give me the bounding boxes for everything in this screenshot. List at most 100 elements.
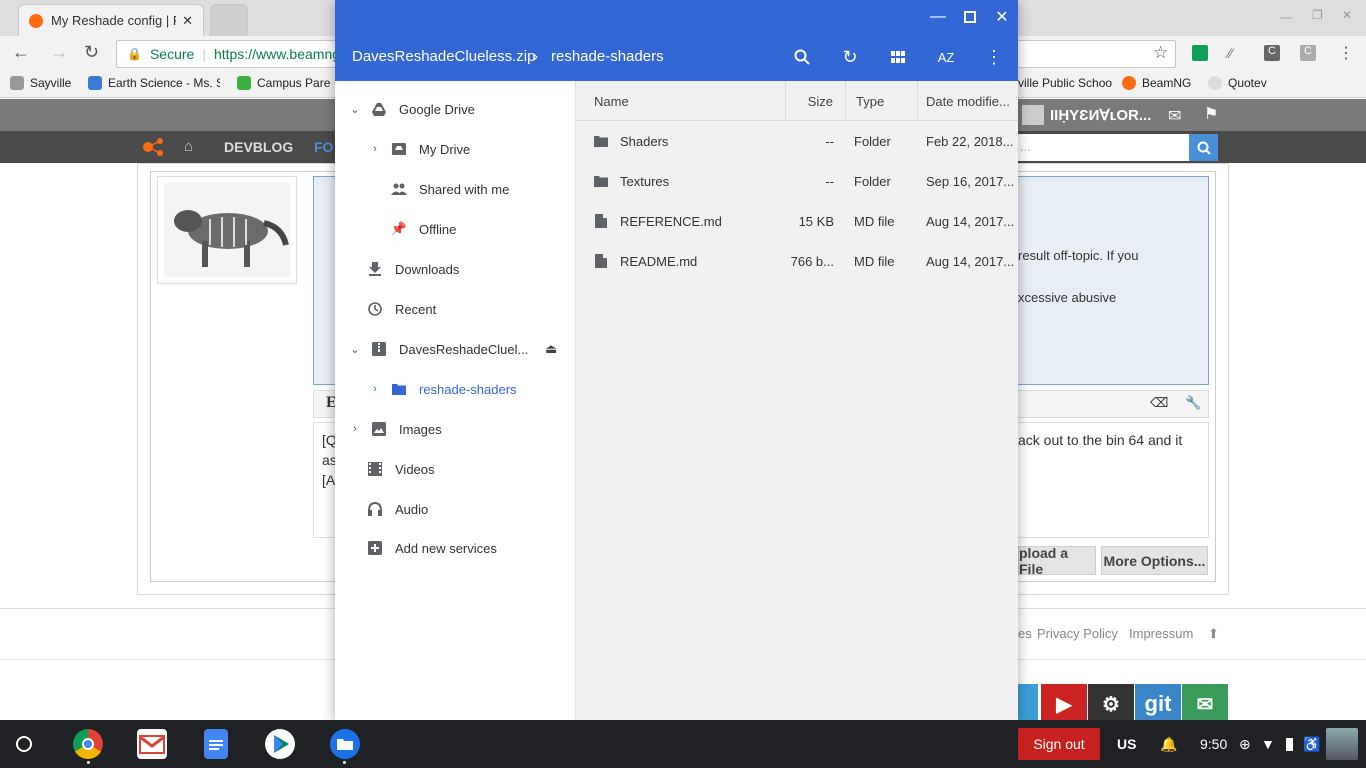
chrome-app-icon[interactable]	[73, 729, 103, 759]
chevron-down-icon[interactable]: ⌄	[347, 103, 363, 116]
site-search-icon[interactable]	[1189, 134, 1218, 161]
forward-icon[interactable]: →	[50, 42, 68, 63]
back-icon[interactable]: ←	[12, 42, 30, 63]
browser-tab-active[interactable]: My Reshade config | Pag ✕	[18, 4, 204, 36]
bookmark-beamng[interactable]: BeamNG	[1122, 76, 1191, 90]
accessibility-icon[interactable]: ♿	[1303, 736, 1320, 753]
file-row[interactable]: Shaders -- Folder Feb 22, 2018...	[576, 121, 1018, 161]
nav-videos[interactable]: Videos	[335, 449, 575, 489]
nav-google-drive[interactable]: ⌄ Google Drive	[335, 89, 575, 129]
column-date[interactable]: Date modifie...	[918, 81, 1018, 121]
nav-audio[interactable]: Audio	[335, 489, 575, 529]
sign-out-button[interactable]: Sign out	[1018, 728, 1100, 760]
extension-icon[interactable]: ⁄⁄	[1228, 45, 1244, 61]
youtube-icon[interactable]: ▶	[1041, 684, 1087, 724]
clock-time[interactable]: 9:50	[1200, 736, 1227, 752]
reload-icon[interactable]: ↻	[84, 42, 99, 63]
file-row[interactable]: REFERENCE.md 15 KB MD file Aug 14, 2017.…	[576, 201, 1018, 241]
nav-forum[interactable]: FO	[314, 139, 333, 155]
grid-view-icon[interactable]	[884, 43, 912, 71]
nav-images[interactable]: › Images	[335, 409, 575, 449]
refresh-icon[interactable]: ↻	[836, 43, 864, 71]
bookmark-sayville[interactable]: Sayville	[10, 76, 71, 90]
bookmark-campus-parent[interactable]: Campus Pare	[237, 76, 330, 90]
chrome-menu-icon[interactable]: ⋮	[1338, 43, 1354, 63]
nav-archive[interactable]: ⌄ DavesReshadeCluel... ⏏	[335, 329, 575, 369]
more-options-button[interactable]: More Options...	[1101, 546, 1208, 575]
window-close-icon[interactable]: ✕	[1342, 8, 1352, 22]
breadcrumb-archive[interactable]: DavesReshadeClueless.zip	[352, 48, 535, 65]
quotev-icon	[1208, 76, 1222, 90]
flag-icon[interactable]: ⚑	[1204, 104, 1218, 124]
shared-icon	[391, 181, 407, 197]
bookmark-public-schools[interactable]: ville Public Schoo	[1018, 76, 1112, 90]
maximize-icon[interactable]	[959, 6, 981, 28]
more-menu-icon[interactable]: ⋮	[980, 43, 1008, 71]
file-type: MD file	[854, 213, 895, 229]
nav-reshade-shaders[interactable]: › reshade-shaders	[335, 369, 575, 409]
minimize-icon[interactable]: —	[927, 6, 949, 28]
username[interactable]: IIḤYƐИ∀ʟOR...	[1050, 106, 1151, 124]
twitter-icon[interactable]	[1018, 684, 1038, 724]
extension-c-icon[interactable]: C	[1264, 45, 1280, 61]
play-store-app-icon[interactable]	[265, 729, 295, 759]
user-account-avatar[interactable]	[1326, 728, 1358, 760]
mail-icon[interactable]: ✉	[1168, 106, 1181, 126]
eraser-icon[interactable]: ⌫	[1150, 395, 1168, 411]
git-icon[interactable]: git	[1135, 684, 1181, 724]
eject-icon[interactable]: ⏏	[545, 341, 557, 357]
column-type[interactable]: Type	[846, 81, 918, 121]
search-icon[interactable]	[788, 43, 816, 71]
chevron-right-icon[interactable]: ›	[367, 143, 383, 155]
email-icon[interactable]: ✉	[1182, 684, 1228, 724]
wrench-icon[interactable]: 🔧	[1185, 395, 1201, 411]
column-size[interactable]: Size	[786, 81, 846, 121]
keyboard-locale[interactable]: US	[1117, 736, 1136, 752]
file-row[interactable]: README.md 766 b... MD file Aug 14, 2017.…	[576, 241, 1018, 281]
docs-app-icon[interactable]	[204, 729, 228, 759]
extension-classroom-icon[interactable]	[1192, 45, 1208, 61]
launcher-icon[interactable]	[16, 736, 32, 752]
nav-add-services[interactable]: Add new services	[335, 528, 575, 568]
new-tab-button[interactable]	[210, 4, 248, 36]
upload-file-button[interactable]: pload a File	[1018, 545, 1096, 577]
chevron-right-icon[interactable]: ›	[367, 383, 383, 395]
column-name[interactable]: Name	[584, 81, 786, 121]
sync-icon[interactable]: ⊕	[1239, 736, 1251, 753]
nav-my-drive[interactable]: › My Drive	[335, 129, 575, 169]
footer-impressum-link[interactable]: Impressum	[1129, 626, 1193, 641]
notification-bell-icon[interactable]: 🔔	[1160, 736, 1177, 753]
bookmark-earth-science[interactable]: Earth Science - Ms. S	[88, 76, 220, 90]
chevron-down-icon[interactable]: ⌄	[347, 343, 363, 356]
nav-downloads[interactable]: Downloads	[335, 249, 575, 289]
window-minimize-icon[interactable]: —	[1280, 10, 1292, 24]
site-search-input[interactable]: ...	[1018, 134, 1189, 161]
steam-icon[interactable]: ⚙	[1088, 684, 1134, 724]
footer-link-partial[interactable]: es	[1018, 626, 1032, 641]
bookmark-quotev[interactable]: Quotev	[1208, 76, 1267, 90]
nav-shared-with-me[interactable]: Shared with me	[335, 169, 575, 209]
files-app-icon[interactable]	[330, 729, 360, 759]
nav-devblog[interactable]: DEVBLOG	[224, 139, 293, 155]
footer-privacy-link[interactable]: Privacy Policy	[1037, 626, 1118, 641]
sort-az-icon[interactable]: AZ	[932, 43, 960, 71]
nav-recent[interactable]: Recent	[335, 289, 575, 329]
gmail-app-icon[interactable]	[137, 729, 167, 759]
file-size: 15 KB	[798, 213, 834, 229]
file-name: Shaders	[620, 133, 669, 149]
file-row[interactable]: Textures -- Folder Sep 16, 2017...	[576, 161, 1018, 201]
battery-icon[interactable]	[1286, 738, 1293, 751]
extension-c2-icon[interactable]: C	[1300, 45, 1316, 61]
user-avatar[interactable]	[1022, 105, 1044, 125]
scroll-top-icon[interactable]: ⬆	[1208, 626, 1219, 642]
tab-close-icon[interactable]: ✕	[182, 13, 193, 29]
breadcrumb-folder[interactable]: reshade-shaders	[551, 48, 664, 65]
close-icon[interactable]: ✕	[991, 6, 1013, 28]
chevron-right-icon[interactable]: ›	[347, 423, 363, 435]
home-icon[interactable]: ⌂	[184, 138, 193, 155]
beamng-logo-icon[interactable]	[142, 137, 166, 157]
window-maximize-icon[interactable]: ❐	[1312, 8, 1323, 22]
nav-offline[interactable]: 📌 Offline	[335, 209, 575, 249]
bookmark-star-icon[interactable]: ☆	[1153, 43, 1168, 63]
wifi-icon[interactable]: ▼	[1261, 736, 1275, 752]
